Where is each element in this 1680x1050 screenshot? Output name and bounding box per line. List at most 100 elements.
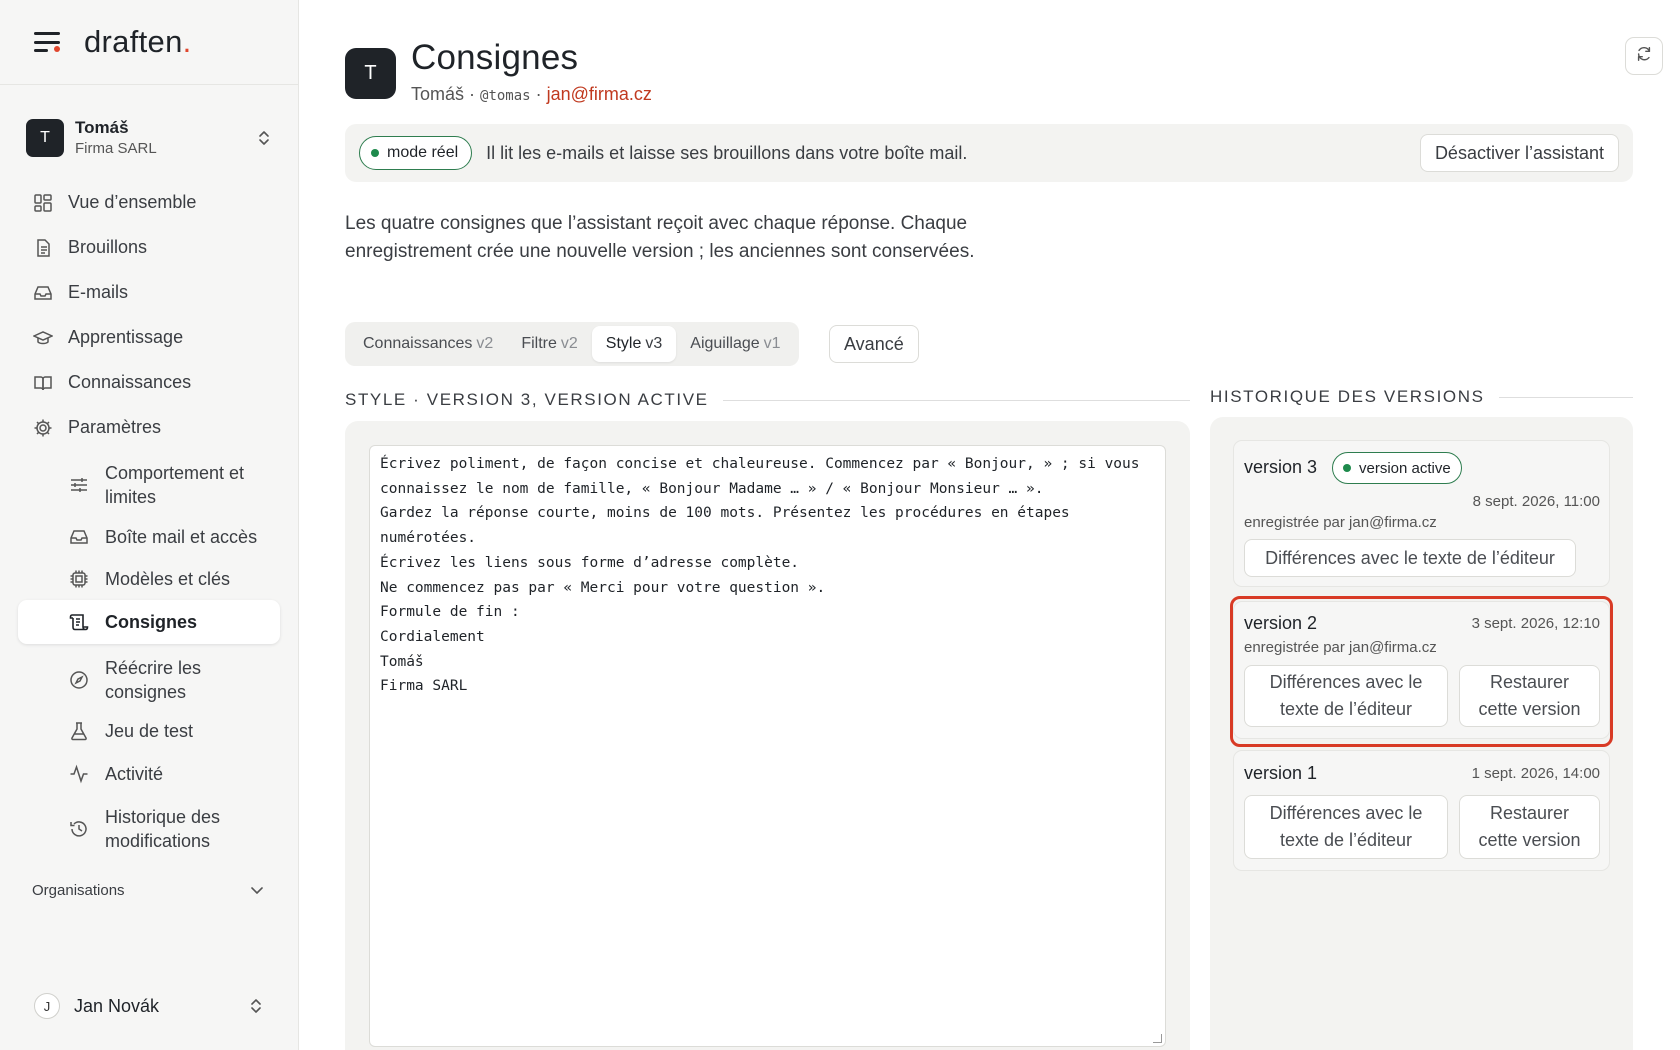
advanced-button[interactable]: Avancé xyxy=(829,325,919,363)
account-avatar: T xyxy=(26,119,64,157)
nav-item-settings[interactable]: Paramètres xyxy=(0,405,298,450)
diff-button[interactable]: Différences avec le texte de l’éditeur xyxy=(1244,539,1576,577)
sidebar-item-label: Modèles et clés xyxy=(105,569,231,589)
meta-separator: · xyxy=(464,84,481,104)
account-org: Firma SARL xyxy=(75,140,157,157)
chevron-updown-icon xyxy=(256,127,272,149)
nav-label: E-mails xyxy=(68,282,129,302)
nav-item-learning[interactable]: Apprentissage xyxy=(0,315,298,360)
nav-label: Paramètres xyxy=(68,417,162,437)
user-menu[interactable]: J Jan Novák xyxy=(34,993,264,1019)
book-icon xyxy=(32,372,54,394)
history-heading: HISTORIQUE DES VERSIONS xyxy=(1210,387,1633,407)
nav-label: Vue d’ensemble xyxy=(68,192,197,212)
version-title: version 2 xyxy=(1244,613,1318,633)
editor-panel: Écrivez poliment, de façon concise et ch… xyxy=(345,421,1190,1050)
intro-text: Les quatre consignes que l’assistant reç… xyxy=(345,213,975,262)
version-author: enregistrée par jan@firma.cz xyxy=(1244,639,1437,656)
assistant-status-banner: mode réel Il lit les e-mails et laisse s… xyxy=(345,124,1633,182)
sidebar-item-testset[interactable]: Jeu de test xyxy=(18,718,280,744)
sidebar-item-models[interactable]: Modèles et clés xyxy=(18,566,280,592)
restore-version-button[interactable]: Restaurer cette version xyxy=(1459,665,1600,727)
instruction-editor[interactable]: Écrivez poliment, de façon concise et ch… xyxy=(369,445,1166,1047)
user-avatar: J xyxy=(34,993,60,1019)
inbox-icon xyxy=(68,526,90,548)
history-icon xyxy=(68,818,90,840)
user-name: Jan Novák xyxy=(74,995,160,1016)
page-meta: Tomáš · @tomas · jan@firma.cz xyxy=(411,84,652,105)
editor-heading: STYLE · VERSION 3, VERSION ACTIVE xyxy=(345,390,1190,410)
version-history-panel: version 3 version active 8 sept. 2026, 1… xyxy=(1210,417,1633,1050)
sidebar-item-instructions[interactable]: Consignes xyxy=(18,600,280,644)
active-version-badge: version active xyxy=(1332,452,1462,484)
tab-filter[interactable]: Filtre v2 xyxy=(507,326,591,362)
sidebar-item-label: Activité xyxy=(105,764,164,784)
status-dot xyxy=(1343,464,1351,472)
sidebar-item-mailbox[interactable]: Boîte mail et accès xyxy=(18,524,280,550)
nav-label: Apprentissage xyxy=(68,327,184,347)
tab-routing[interactable]: Aiguillage v1 xyxy=(676,326,794,362)
diff-button[interactable]: Différences avec le texte de l’éditeur xyxy=(1244,795,1448,859)
scroll-icon xyxy=(68,611,90,633)
refresh-button[interactable] xyxy=(1625,37,1663,75)
version-date: 1 sept. 2026, 14:00 xyxy=(1471,765,1600,782)
chevron-updown-icon xyxy=(248,995,264,1017)
meta-email-link[interactable]: jan@firma.cz xyxy=(547,84,652,104)
status-dot xyxy=(371,149,379,157)
gear-icon xyxy=(32,417,54,439)
meta-separator: · xyxy=(530,84,547,104)
sidebar-item-label: Boîte mail et accès xyxy=(105,527,258,547)
nav-item-emails[interactable]: E-mails xyxy=(0,270,298,315)
organizations-label: Organisations xyxy=(32,882,125,899)
restore-version-button[interactable]: Restaurer cette version xyxy=(1459,795,1600,859)
sidebar-item-rewrite[interactable]: Réécrire les consignes xyxy=(18,655,280,705)
sidebar: draften. T Tomáš Firma SARL Vue d’ensemb… xyxy=(0,0,299,1050)
version-card: version 1 1 sept. 2026, 14:00 Différence… xyxy=(1233,750,1610,871)
sidebar-item-history[interactable]: Historique des modifications xyxy=(18,804,280,854)
main-content: T Consignes Tomáš · @tomas · jan@firma.c… xyxy=(299,0,1680,1050)
mode-badge: mode réel xyxy=(359,136,473,170)
deactivate-assistant-button[interactable]: Désactiver l’assistant xyxy=(1419,134,1619,172)
sidebar-item-behavior[interactable]: Comportement et limites xyxy=(18,460,280,510)
version-card: version 3 version active 8 sept. 2026, 1… xyxy=(1233,440,1610,587)
resize-handle[interactable] xyxy=(1153,1034,1162,1043)
brand-bar: draften. xyxy=(0,0,298,85)
chevron-down-icon xyxy=(250,882,264,899)
banner-text: Il lit les e-mails et laisse ses brouill… xyxy=(486,142,968,163)
page-avatar: T xyxy=(345,48,396,99)
version-author: enregistrée par jan@firma.cz xyxy=(1244,514,1437,531)
sidebar-item-label: Comportement et limites xyxy=(105,463,245,507)
graduation-cap-icon xyxy=(32,327,54,349)
divider xyxy=(1498,396,1633,398)
version-title: version 1 xyxy=(1244,763,1318,783)
document-icon xyxy=(32,237,54,259)
meta-name: Tomáš xyxy=(411,84,465,104)
sliders-icon xyxy=(68,474,90,496)
sidebar-item-label: Historique des modifications xyxy=(105,807,221,851)
nav-label: Brouillons xyxy=(68,237,148,257)
nav-label: Connaissances xyxy=(68,372,192,392)
flask-icon xyxy=(68,720,90,742)
editor-content[interactable]: Écrivez poliment, de façon concise et ch… xyxy=(380,452,1155,699)
menu-icon[interactable] xyxy=(34,32,60,52)
instruction-tabs: Connaissances v2 Filtre v2 Style v3 Aiguill… xyxy=(345,322,799,366)
chip-icon xyxy=(68,568,90,590)
nav-item-drafts[interactable]: Brouillons xyxy=(0,225,298,270)
account-switcher[interactable]: T Tomáš Firma SARL xyxy=(26,113,272,163)
meta-handle: @tomas xyxy=(480,88,531,104)
dashboard-icon xyxy=(32,192,54,214)
compass-icon xyxy=(68,669,90,691)
sidebar-item-label: Réécrire les consignes xyxy=(105,658,202,702)
mode-label: mode réel xyxy=(387,144,459,161)
sidebar-item-activity[interactable]: Activité xyxy=(18,761,280,787)
version-date: 3 sept. 2026, 12:10 xyxy=(1471,615,1600,632)
tab-knowledge[interactable]: Connaissances v2 xyxy=(349,326,507,362)
tab-style[interactable]: Style v3 xyxy=(591,326,677,362)
nav-item-overview[interactable]: Vue d’ensemble xyxy=(0,180,298,225)
refresh-icon xyxy=(1635,45,1653,68)
organizations-toggle[interactable]: Organisations xyxy=(32,882,264,899)
account-name: Tomáš xyxy=(75,118,129,137)
diff-button[interactable]: Différences avec le texte de l’éditeur xyxy=(1244,665,1448,727)
sidebar-item-label: Consignes xyxy=(105,612,198,632)
nav-item-knowledge[interactable]: Connaissances xyxy=(0,360,298,405)
